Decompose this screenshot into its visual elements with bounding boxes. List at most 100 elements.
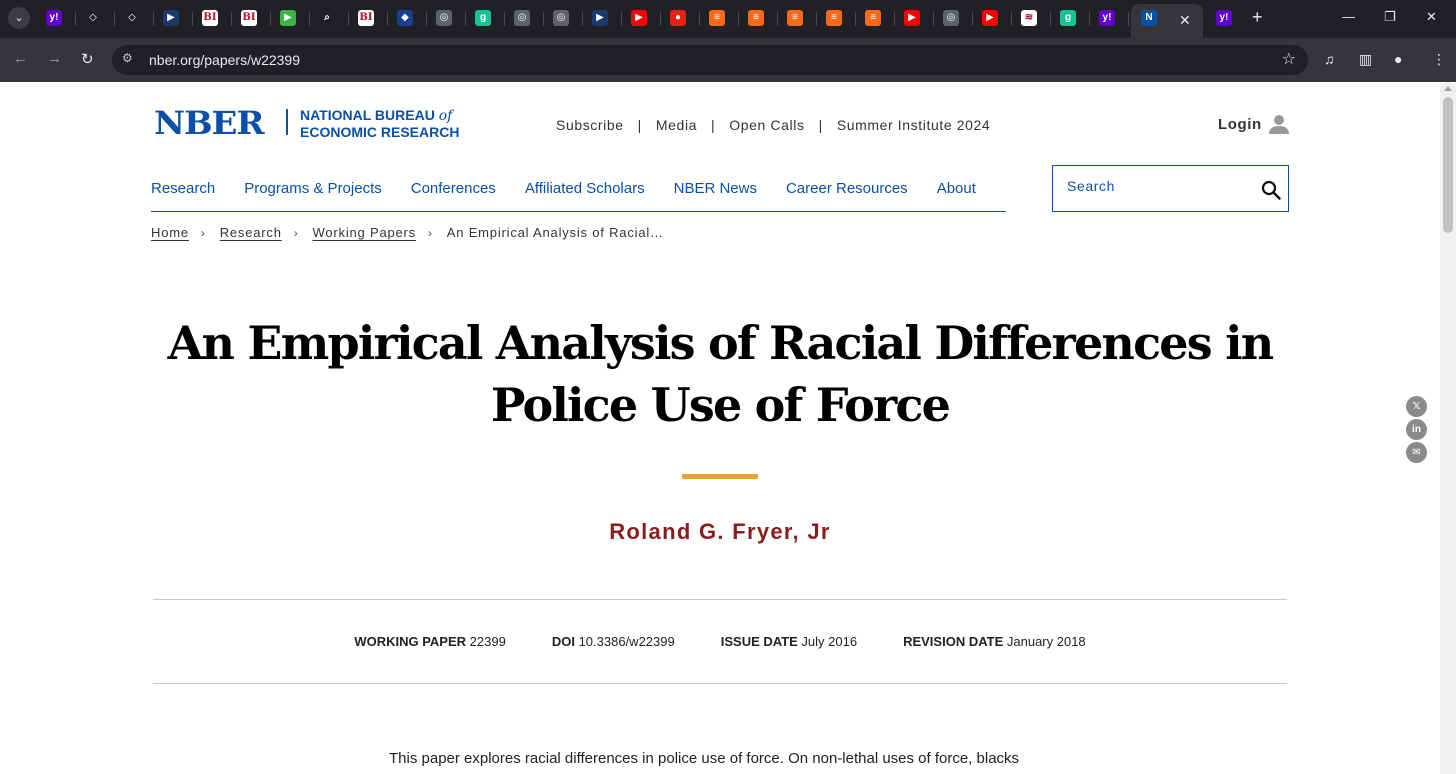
meta-key: ISSUE DATE <box>720 634 798 649</box>
login-link[interactable]: Login <box>1218 116 1262 133</box>
utility-link-open-calls[interactable]: Open Calls <box>729 117 804 133</box>
meta-doi: DOI 10.3386/w22399 <box>552 634 675 649</box>
profile-icon[interactable]: ● <box>1394 51 1402 67</box>
browser-menu-icon[interactable]: ⋮ <box>1432 51 1446 68</box>
utility-link-summer-institute[interactable]: Summer Institute 2024 <box>837 117 990 133</box>
logo-mark: NBER <box>154 104 265 142</box>
g-favicon[interactable]: g <box>1060 10 1076 26</box>
nav-career-resources[interactable]: Career Resources <box>786 180 908 211</box>
breadcrumb-current: An Empirical Analysis of Racial… <box>446 225 664 240</box>
utility-link-media[interactable]: Media <box>656 117 697 133</box>
linkedin-share-icon[interactable]: in <box>1406 419 1427 440</box>
nav-conferences[interactable]: Conferences <box>411 180 496 211</box>
g-favicon[interactable]: g <box>475 10 491 26</box>
page-content: NBER NATIONAL BUREAU of ECONOMIC RESEARC… <box>0 83 1440 774</box>
news-favicon[interactable]: ≋ <box>1021 10 1037 26</box>
side-panel-icon[interactable]: ▥ <box>1359 51 1372 68</box>
page-scrollbar[interactable] <box>1440 83 1456 774</box>
logo-line2: ECONOMIC RESEARCH <box>300 124 460 140</box>
nav-about[interactable]: About <box>937 180 976 211</box>
breadcrumb-home[interactable]: Home <box>151 225 189 240</box>
tab-separator <box>660 12 661 26</box>
shield-favicon[interactable]: ◇ <box>85 10 101 26</box>
chevron-right-icon: › <box>200 225 206 240</box>
scroll-thumb[interactable] <box>1443 97 1453 233</box>
yahoo-favicon[interactable]: y! <box>1099 10 1115 26</box>
back-button[interactable]: ← <box>13 50 28 67</box>
globe-favicon[interactable]: ◎ <box>553 10 569 26</box>
email-share-icon[interactable]: ✉ <box>1406 442 1427 463</box>
shield-favicon[interactable]: ◇ <box>124 10 140 26</box>
youtube-favicon[interactable]: ▶ <box>631 10 647 26</box>
nav-programs-projects[interactable]: Programs & Projects <box>244 180 382 211</box>
url-text[interactable]: nber.org/papers/w22399 <box>149 52 300 68</box>
page-title: An Empirical Analysis of Racial Differen… <box>140 312 1300 436</box>
x-share-icon[interactable]: 𝕏 <box>1406 396 1427 417</box>
breadcrumb-working-papers[interactable]: Working Papers <box>313 225 416 240</box>
globe-favicon[interactable]: ◎ <box>943 10 959 26</box>
reload-button[interactable]: ↻ <box>81 50 94 68</box>
play-favicon[interactable]: ▶ <box>280 10 296 26</box>
nav-affiliated-scholars[interactable]: Affiliated Scholars <box>525 180 645 211</box>
tab-separator <box>855 12 856 26</box>
tab-separator <box>543 12 544 26</box>
logo-line1-em: of <box>438 108 453 124</box>
tab-separator <box>1089 12 1090 26</box>
meta-value[interactable]: 10.3386/w22399 <box>579 634 675 649</box>
meta-key: REVISION DATE <box>903 634 1004 649</box>
tab-search-button[interactable]: ⌄ <box>8 7 30 29</box>
search-favicon[interactable]: ⌕ <box>319 10 335 26</box>
active-tab[interactable]: N ✕ <box>1131 4 1203 38</box>
utility-separator: | <box>711 117 716 133</box>
scroll-up-arrow[interactable] <box>1444 86 1452 91</box>
utility-link-subscribe[interactable]: Subscribe <box>556 117 624 133</box>
author-link[interactable]: Roland G. Fryer, Jr <box>609 519 831 544</box>
browser-tab-strip: ⌄ y!◇◇▶BIBI▶⌕BI◆◎g◎◎▶▶●≡≡≡≡≡▶◎▶≋gy!T N ✕… <box>0 0 1456 38</box>
chevron-favicon[interactable]: ▶ <box>163 10 179 26</box>
search-icon[interactable] <box>1261 180 1281 200</box>
nav-nber-news[interactable]: NBER News <box>674 180 757 211</box>
forward-button[interactable]: → <box>47 50 62 67</box>
nav-research[interactable]: Research <box>151 180 215 211</box>
tab-separator <box>582 12 583 26</box>
author-name: Roland G. Fryer, Jr <box>0 519 1440 545</box>
podcast-favicon[interactable]: ● <box>670 10 686 26</box>
globe-favicon[interactable]: ◎ <box>514 10 530 26</box>
search-input[interactable] <box>1067 178 1247 194</box>
close-window-button[interactable]: ✕ <box>1426 9 1437 25</box>
business-insider-favicon[interactable]: BI <box>358 10 374 26</box>
globe-favicon[interactable]: ◎ <box>436 10 452 26</box>
bookmark-star-icon[interactable]: ☆ <box>1282 49 1296 69</box>
cube-favicon[interactable]: ◆ <box>397 10 413 26</box>
tab-separator <box>309 12 310 26</box>
business-insider-favicon[interactable]: BI <box>241 10 257 26</box>
media-control-icon[interactable]: ♫ <box>1324 51 1335 67</box>
meta-key: WORKING PAPER <box>354 634 467 649</box>
browser-toolbar: ← → ↻ ⚙ nber.org/papers/w22399 ☆ ♫ ▥ ● ⋮ <box>0 38 1456 82</box>
logo-line1-prefix: NATIONAL BUREAU <box>300 107 439 123</box>
youtube-favicon[interactable]: ▶ <box>904 10 920 26</box>
youtube-favicon[interactable]: ▶ <box>982 10 998 26</box>
substack-favicon[interactable]: ≡ <box>787 10 803 26</box>
site-info-icon[interactable]: ⚙ <box>122 51 133 65</box>
tab-separator <box>621 12 622 26</box>
meta-value: 22399 <box>469 634 506 649</box>
business-insider-favicon[interactable]: BI <box>202 10 218 26</box>
user-icon[interactable] <box>1269 114 1289 134</box>
substack-favicon[interactable]: ≡ <box>826 10 842 26</box>
address-bar[interactable]: ⚙ nber.org/papers/w22399 ☆ <box>112 45 1308 75</box>
substack-favicon[interactable]: ≡ <box>709 10 725 26</box>
tab-separator <box>816 12 817 26</box>
tab-separator <box>738 12 739 26</box>
yahoo-favicon[interactable]: y! <box>1216 10 1232 26</box>
substack-favicon[interactable]: ≡ <box>865 10 881 26</box>
breadcrumb-research[interactable]: Research <box>220 225 282 240</box>
close-tab-icon[interactable]: ✕ <box>1179 12 1191 29</box>
substack-favicon[interactable]: ≡ <box>748 10 764 26</box>
restore-button[interactable]: ❐ <box>1384 9 1396 25</box>
chevron-favicon[interactable]: ▶ <box>592 10 608 26</box>
new-tab-button[interactable]: + <box>1252 7 1263 28</box>
minimize-button[interactable]: — <box>1342 9 1355 24</box>
utility-nav: Subscribe | Media | Open Calls | Summer … <box>556 117 990 133</box>
yahoo-favicon[interactable]: y! <box>46 10 62 26</box>
